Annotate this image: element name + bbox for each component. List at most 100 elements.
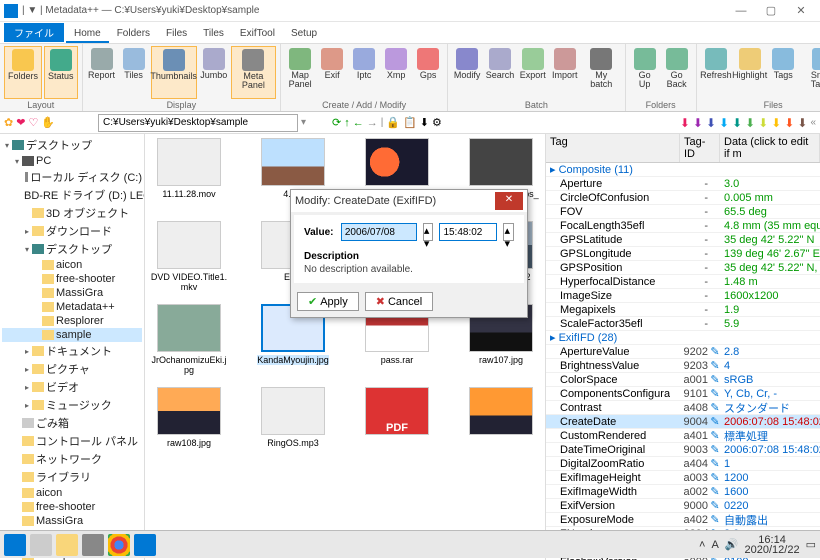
tree-item[interactable]: free-shooter (2, 272, 142, 286)
goup-button[interactable]: Go Up (630, 46, 660, 99)
metadata-row[interactable]: GPSLongitude-139 deg 46' 2.67" E (546, 247, 820, 261)
tree-item[interactable]: BD-RE ドライブ (D:) LEON_BDROM (2, 186, 142, 204)
thumbnails-button[interactable]: Thumbnails (151, 46, 197, 99)
smarttags-button[interactable]: Smart Tags+ (800, 46, 820, 99)
hand-icon[interactable]: ✋ (41, 116, 55, 129)
xmp-button[interactable]: Xmp (381, 46, 411, 99)
metadata-row[interactable]: DateTimeOriginal9003✎2006:07:08 15:48:02 (546, 443, 820, 457)
thumbnail-item[interactable]: DVD VIDEO.Title1.mkv (149, 221, 229, 292)
search-button[interactable]: Search (484, 46, 516, 99)
thumbnail-item[interactable]: RingOS.mp3 (253, 387, 333, 448)
tree-item[interactable]: ▸ピクチャ (2, 360, 142, 378)
tray-up-icon[interactable]: ˄ (699, 539, 705, 551)
metadata-row[interactable]: ApertureValue9202✎2.8 (546, 345, 820, 359)
metadata-row[interactable]: ExposureModea402✎自動露出 (546, 513, 820, 527)
mappanel-button[interactable]: Map Panel (285, 46, 315, 99)
metadata-row[interactable]: GPSLatitude-35 deg 42' 5.22" N (546, 233, 820, 247)
collapse-icon[interactable]: « (810, 117, 816, 128)
tree-item[interactable]: ▾デスクトップ (2, 136, 142, 154)
maximize-button[interactable]: ▢ (756, 1, 786, 21)
col-data[interactable]: Data (click to edit if m (720, 134, 820, 162)
thumbnail-item[interactable]: raw108.jpg (149, 387, 229, 448)
gps-button[interactable]: Gps (413, 46, 443, 99)
thumbnail-item[interactable] (461, 387, 541, 448)
filter-star-icon[interactable]: ⬇ (732, 116, 742, 130)
folders-button[interactable]: Folders (4, 46, 42, 99)
metadata-row[interactable]: GPSPosition-35 deg 42' 5.22" N, 139 (546, 261, 820, 275)
thumbnail-item[interactable]: JrOchanomizuEki.jpg (149, 304, 229, 375)
time-input[interactable] (439, 223, 497, 241)
filter-star-icon[interactable]: ⬇ (680, 116, 690, 130)
metadata-row[interactable]: FOV-65.5 deg (546, 205, 820, 219)
modify-button[interactable]: Modify (452, 46, 482, 99)
metadata-row[interactable]: Contrasta408✎スタンダード (546, 401, 820, 415)
tags-button[interactable]: Tags (768, 46, 798, 99)
time-spinner[interactable]: ▴▾ (503, 223, 514, 241)
tool-icon[interactable]: ⬇ (420, 116, 429, 129)
filter-star-icon[interactable]: ⬇ (771, 116, 781, 130)
tree-item[interactable]: MassiGra (2, 514, 142, 528)
nav-fwd-icon[interactable]: → (367, 117, 378, 129)
metadata-row[interactable]: ExifImageHeighta003✎1200 (546, 471, 820, 485)
filter-star-icon[interactable]: ⬇ (719, 116, 729, 130)
iptc-button[interactable]: Iptc (349, 46, 379, 99)
filter-star-icon[interactable]: ⬇ (758, 116, 768, 130)
tab-exiftool[interactable]: ExifTool (232, 26, 283, 41)
filter-star-icon[interactable]: ⬇ (797, 116, 807, 130)
metadata-row[interactable]: FocalLength35efl-4.8 mm (35 mm equiva (546, 219, 820, 233)
metadata-row[interactable]: HyperfocalDistance-1.48 m (546, 275, 820, 289)
network-icon[interactable]: 🔊 (725, 538, 739, 551)
tree-item[interactable]: ▸ドキュメント (2, 342, 142, 360)
nav-icon[interactable]: ▾ (301, 117, 306, 128)
system-clock[interactable]: 16:142020/12/22 (745, 535, 800, 555)
col-tagid[interactable]: Tag-ID (680, 134, 720, 162)
metadata-group[interactable]: ▸ ExifIFD (28) (546, 331, 820, 345)
tab-setup[interactable]: Setup (283, 26, 325, 41)
tree-item[interactable]: Resplorer (2, 314, 142, 328)
exif-button[interactable]: Exif (317, 46, 347, 99)
tree-item[interactable]: ▾PC (2, 154, 142, 168)
filter-star-icon[interactable]: ⬇ (706, 116, 716, 130)
dialog-close-button[interactable]: ✕ (495, 192, 523, 210)
close-button[interactable]: ✕ (786, 1, 816, 21)
thumbnail-item[interactable]: PDF (357, 387, 437, 448)
date-input[interactable] (341, 223, 417, 241)
tree-item[interactable]: free-shooter (2, 500, 142, 514)
file-tab[interactable]: ファイル (4, 23, 64, 42)
tree-item[interactable]: コントロール パネル (2, 432, 142, 450)
taskview-icon[interactable] (30, 534, 52, 556)
nav-back-icon[interactable]: ← (353, 117, 364, 129)
tool-icon[interactable]: 🔒 (386, 116, 400, 129)
date-spinner[interactable]: ▴▾ (423, 223, 434, 241)
tree-item[interactable]: aicon (2, 258, 142, 272)
tree-item[interactable]: ごみ箱 (2, 414, 142, 432)
filter-star-icon[interactable]: ⬇ (693, 116, 703, 130)
app-icon[interactable] (82, 534, 104, 556)
metadata-row[interactable]: CircleOfConfusion-0.005 mm (546, 191, 820, 205)
tree-item[interactable]: Metadata++ (2, 300, 142, 314)
tiles-button[interactable]: Tiles (119, 46, 149, 99)
tree-item[interactable]: ▾デスクトップ (2, 240, 142, 258)
start-button[interactable] (4, 534, 26, 556)
cancel-button[interactable]: ✖Cancel (365, 292, 433, 311)
tree-item[interactable]: MassiGra (2, 286, 142, 300)
tree-item[interactable]: 3D オブジェクト (2, 204, 142, 222)
tab-folders[interactable]: Folders (109, 26, 158, 41)
metapanel-button[interactable]: Meta Panel (231, 46, 276, 99)
tree-item[interactable]: ▸ダウンロード (2, 222, 142, 240)
metadata-row[interactable]: DigitalZoomRatioa404✎1 (546, 457, 820, 471)
tab-tiles[interactable]: Tiles (195, 26, 232, 41)
metadata-row[interactable]: Megapixels-1.9 (546, 303, 820, 317)
tree-item[interactable]: ライブラリ (2, 468, 142, 486)
filter-star-icon[interactable]: ⬇ (745, 116, 755, 130)
tree-item[interactable]: ローカル ディスク (C:) (2, 168, 142, 186)
col-tag[interactable]: Tag (546, 134, 680, 162)
metadata-group[interactable]: ▸ Composite (11) (546, 163, 820, 177)
heart-icon[interactable]: ♡ (28, 116, 38, 129)
heart-icon[interactable]: ❤ (16, 116, 25, 129)
ime-icon[interactable]: A (711, 539, 718, 551)
tree-item[interactable]: aicon (2, 486, 142, 500)
tree-item[interactable]: sample (2, 328, 142, 342)
tab-files[interactable]: Files (158, 26, 195, 41)
notification-icon[interactable]: ▭ (806, 538, 816, 551)
